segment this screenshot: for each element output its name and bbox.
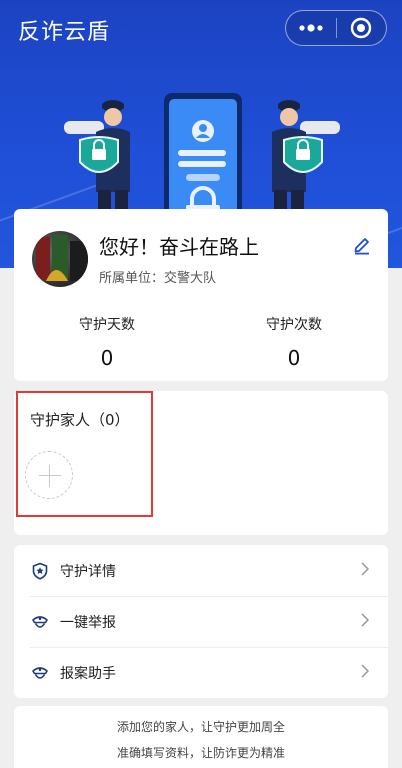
stat-guard-count: 守护次数 0: [229, 314, 359, 370]
stat-guard-days: 守护天数 0: [42, 314, 172, 370]
police-cap-icon: [31, 613, 49, 631]
stat-label: 守护天数: [79, 317, 135, 333]
menu-card: 守护详情 一键举报 报案助手: [14, 545, 388, 698]
greeting-text: 您好！奋斗在路上: [99, 235, 259, 259]
stat-value: 0: [287, 346, 301, 370]
pencil-icon[interactable]: [352, 235, 372, 255]
menu-item-label: 守护详情: [60, 564, 116, 580]
menu-item-label: 报案助手: [60, 666, 116, 682]
menu-item-guard-details[interactable]: 守护详情: [14, 545, 388, 596]
police-cap-icon: [31, 664, 49, 682]
menu-item-case-assistant[interactable]: 报案助手: [14, 647, 388, 698]
stat-label: 守护次数: [266, 317, 322, 333]
tip-text: 添加您的家人，让守护更加周全: [116, 720, 285, 734]
menu-item-label: 一键举报: [60, 615, 116, 631]
avatar[interactable]: [32, 231, 88, 287]
stat-value: 0: [100, 346, 114, 370]
affiliation-text: 所属单位：交警大队: [99, 271, 217, 286]
guard-family-title: 守护家人（0）: [30, 411, 130, 429]
chevron-right-icon: [360, 561, 370, 577]
guard-family-card: 守护家人（0）: [14, 391, 388, 535]
profile-card: 您好！奋斗在路上 所属单位：交警大队 守护天数 0 守护次数 0: [14, 209, 388, 381]
tip-text: 准确填写资料，让防诈更为精准: [116, 746, 285, 760]
chevron-right-icon: [360, 663, 370, 679]
chevron-right-icon: [360, 612, 370, 628]
police-badge-icon: [31, 562, 49, 580]
add-family-button[interactable]: [25, 451, 73, 499]
tips-card: 添加您的家人，让守护更加周全 准确填写资料，让防诈更为精准: [14, 706, 388, 768]
menu-item-one-click-report[interactable]: 一键举报: [14, 596, 388, 647]
